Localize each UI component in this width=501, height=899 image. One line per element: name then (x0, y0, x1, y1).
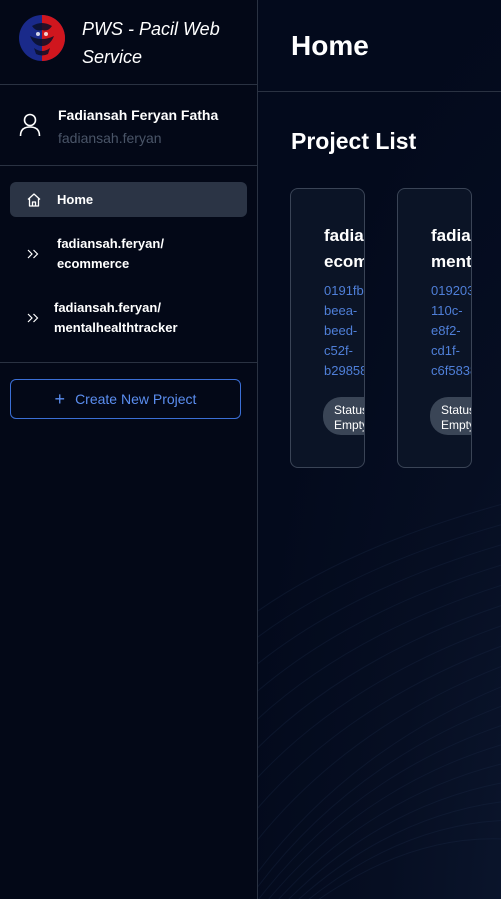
project-owner: fadiansah.feryan/ (57, 236, 164, 251)
user-icon (19, 113, 41, 137)
status-badge: Status: Empty (430, 397, 471, 435)
user-profile: Fadiansah Feryan Fatha fadiansah.feryan (0, 85, 257, 166)
create-new-project-button[interactable]: + Create New Project (10, 379, 241, 419)
main-content: Home Project List fadiansah.feryan/ ecom… (258, 0, 501, 899)
project-list-heading: Project List (291, 128, 417, 154)
project-card-name: fadiansah.feryan/ mentalhealthtracker (431, 226, 472, 271)
brand-title: PWS - Pacil Web Service (82, 19, 220, 67)
brand: PWS - Pacil Web Service (0, 0, 257, 85)
university-logo[interactable] (18, 14, 66, 62)
sidebar-item-home-label: Home (57, 191, 94, 207)
project-card-id[interactable]: 019203d3- 110c- e8f2- cd1f- c6f583807f (431, 281, 471, 381)
project-card-name: fadiansah.feryan/ ecommerce (324, 226, 365, 271)
project-card-id[interactable]: 0191fbc6- beea- beed- c52f- b29858ca02 (324, 281, 364, 381)
project-repo: mentalhealthtracker (54, 320, 178, 335)
user-name: Fadiansah Feryan Fatha (58, 107, 219, 123)
project-card-ecommerce[interactable]: fadiansah.feryan/ ecommerce 0191fbc6- be… (290, 188, 365, 468)
sidebar-nav: Home fadiansah.feryan/ ecommerce fadians… (0, 166, 257, 363)
sidebar-item-project-label: fadiansah.feryan/ ecommerce (57, 234, 164, 274)
create-new-project-label: Create New Project (75, 391, 197, 407)
sidebar-item-project-ecommerce[interactable]: fadiansah.feryan/ ecommerce (10, 234, 247, 274)
status-badge: Status: Empty (323, 397, 364, 435)
page-title: Home (291, 30, 369, 61)
sidebar-item-project-label: fadiansah.feryan/ mentalhealthtracker (54, 298, 178, 338)
sidebar: PWS - Pacil Web Service Fadiansah Feryan… (0, 0, 258, 899)
project-repo: ecommerce (57, 256, 130, 271)
sidebar-item-home[interactable]: Home (10, 182, 247, 217)
project-card-mentalhealthtracker[interactable]: fadiansah.feryan/ mentalhealthtracker 01… (397, 188, 472, 468)
project-owner: fadiansah.feryan/ (54, 300, 161, 315)
main-header: Home (258, 0, 501, 92)
user-handle: fadiansah.feryan (58, 130, 162, 146)
plus-icon: + (54, 389, 66, 409)
sidebar-item-project-mentalhealthtracker[interactable]: fadiansah.feryan/ mentalhealthtracker (10, 298, 247, 338)
background-pattern (258, 504, 501, 899)
chevrons-right-icon (27, 249, 39, 259)
chevrons-right-icon (27, 313, 39, 323)
home-icon (27, 192, 41, 207)
